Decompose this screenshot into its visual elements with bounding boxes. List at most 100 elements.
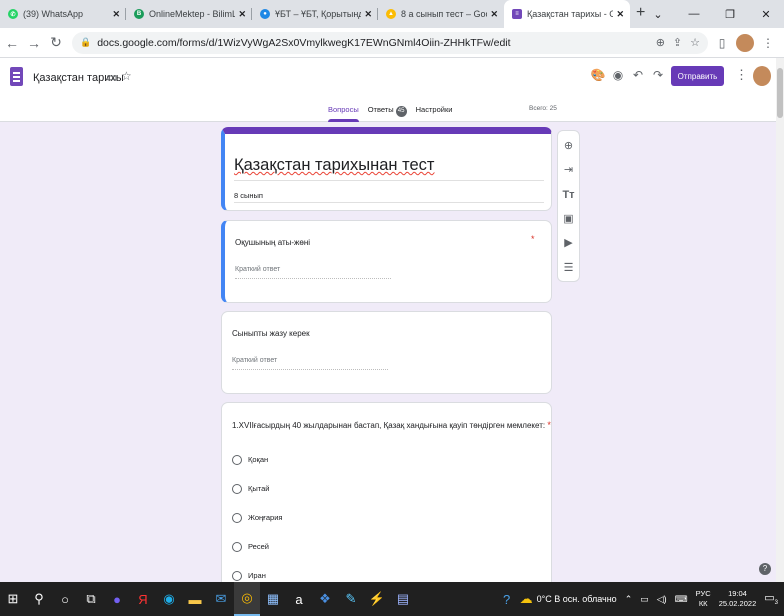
address-bar[interactable]: 🔒 docs.google.com/forms/d/1WizVyWgA2Sx0V… <box>72 31 708 54</box>
import-questions-icon[interactable]: ⇥ <box>564 159 573 183</box>
browser-menu-icon[interactable]: ⋮ <box>758 36 778 50</box>
browser-tab-google-drive[interactable]: ▲ 8 а сынып тест – Google Дис ✕ <box>378 0 504 28</box>
tray-expand-icon[interactable]: ⌃ <box>625 594 633 605</box>
add-question-icon[interactable]: ⊕ <box>564 135 573 159</box>
tab-responses[interactable]: Ответы 45 <box>368 104 407 122</box>
windows-start-icon[interactable]: ⊞ <box>0 582 26 616</box>
question-text: 1.XVIIғасырдың 40 жылдарынан бастап, Қаз… <box>232 421 546 430</box>
question-card-class[interactable]: Сыныпты жазу керек Краткий ответ <box>221 311 552 394</box>
option-item[interactable]: Қоқан <box>232 445 282 474</box>
tab-search-icon[interactable]: ⌄ <box>640 8 676 21</box>
radio-button[interactable] <box>232 483 242 494</box>
volume-icon[interactable]: ◁) <box>657 594 667 605</box>
viber-app-icon[interactable]: ● <box>104 582 130 616</box>
palette-icon[interactable]: 🎨 <box>588 68 608 82</box>
media-app-icon[interactable]: ▤ <box>390 582 416 616</box>
tab-title: (39) WhatsApp <box>23 9 84 19</box>
question-card-multiple-choice[interactable]: 1.XVIIғасырдың 40 жылдарынан бастап, Қаз… <box>221 402 552 592</box>
yandex-browser-icon[interactable]: Я <box>130 582 156 616</box>
star-icon[interactable]: ☆ <box>121 69 132 83</box>
share-icon[interactable]: ⇪ <box>673 36 682 49</box>
undo-icon[interactable]: ↶ <box>628 68 648 82</box>
move-to-folder-icon[interactable]: ▭ <box>106 70 117 84</box>
bookmark-star-icon[interactable]: ☆ <box>690 36 700 49</box>
file-explorer-icon[interactable]: ▬ <box>182 582 208 616</box>
system-tray: ? ☁ 0°C В осн. облачно ⌃ ▭ ◁) ⌨ РУС КК 1… <box>494 582 784 616</box>
weather-text[interactable]: 0°C В осн. облачно <box>537 594 617 604</box>
reload-icon[interactable]: ↻ <box>46 34 66 51</box>
add-title-icon[interactable]: Tт <box>562 184 574 208</box>
language-sub-code: КК <box>698 599 708 608</box>
amazon-app-icon[interactable]: a <box>286 582 312 616</box>
browser-tab-google-forms[interactable]: ≡ Қазақстан тарихы - Google ✕ <box>504 0 630 28</box>
mail-app-icon[interactable]: ✉ <box>208 582 234 616</box>
browser-tab-onlinemektep[interactable]: B OnlineMektep - BilimLand ✕ <box>126 0 252 28</box>
close-tab-icon[interactable]: ✕ <box>616 9 624 20</box>
language-indicator[interactable]: РУС КК <box>696 589 711 609</box>
close-tab-icon[interactable]: ✕ <box>238 9 246 20</box>
option-item[interactable]: Қытай <box>232 474 282 503</box>
browser-tab-whatsapp[interactable]: ✆ (39) WhatsApp ✕ <box>0 0 126 28</box>
task-view-icon[interactable]: ⧉ <box>78 582 104 616</box>
edge-browser-icon[interactable]: ◉ <box>156 582 182 616</box>
form-title[interactable]: Қазақстан тарихынан тест <box>234 156 434 175</box>
notifications-icon[interactable]: ▭3 <box>764 591 778 606</box>
lock-icon[interactable]: 🔒 <box>80 37 91 48</box>
tab-settings[interactable]: Настройки <box>416 104 453 122</box>
page-scrollbar[interactable] <box>776 58 784 582</box>
chrome-app-icon[interactable]: ◎ <box>234 582 260 616</box>
url-text[interactable]: docs.google.com/forms/d/1WizVyWgA2Sx0Vmy… <box>97 37 647 49</box>
send-button[interactable]: Отправить <box>671 66 724 86</box>
cortana-icon[interactable]: ○ <box>52 582 78 616</box>
restore-icon[interactable]: ❐ <box>712 8 748 21</box>
answer-line <box>235 278 391 279</box>
required-asterisk: * <box>547 420 551 430</box>
browser-profile-avatar[interactable] <box>736 33 754 52</box>
option-item[interactable]: Ресей <box>232 532 282 561</box>
option-item[interactable]: Жоңғария <box>232 503 282 532</box>
form-title-card[interactable]: Қазақстан тарихынан тест 8 сынып <box>221 127 552 211</box>
tab-questions[interactable]: Вопросы <box>328 104 359 122</box>
scrollbar-thumb[interactable] <box>777 68 783 118</box>
forward-icon[interactable]: → <box>24 35 44 51</box>
browser-tab-ubt[interactable]: ● ҰБТ – ҰБТ, Қорытынды аттес ✕ <box>252 0 378 28</box>
add-video-icon[interactable]: ▶ <box>564 232 572 256</box>
back-icon[interactable]: ← <box>2 35 22 51</box>
redo-icon[interactable]: ↷ <box>648 68 668 82</box>
forms-tabs: Вопросы Ответы 45 Настройки <box>328 104 461 122</box>
radio-button[interactable] <box>232 541 242 552</box>
network-icon[interactable]: ▭ <box>640 594 649 605</box>
game-app-icon[interactable]: ⚡ <box>364 582 390 616</box>
close-tab-icon[interactable]: ✕ <box>112 9 120 20</box>
google-forms-logo-icon[interactable] <box>10 67 23 86</box>
tab-responses-label: Ответы <box>367 105 394 114</box>
more-options-icon[interactable]: ⋮ <box>735 67 748 83</box>
help-app-icon[interactable]: ? <box>494 582 520 616</box>
store-app-icon[interactable]: ▦ <box>260 582 286 616</box>
help-icon[interactable]: ? <box>759 563 771 575</box>
minimize-icon[interactable]: — <box>676 8 712 20</box>
zoom-icon[interactable]: ⊕ <box>656 36 665 49</box>
add-image-icon[interactable]: ▣ <box>563 208 573 232</box>
account-avatar[interactable] <box>753 66 771 86</box>
radio-button[interactable] <box>232 512 242 523</box>
language-code: РУС <box>695 589 711 598</box>
paint-app-icon[interactable]: ✎ <box>338 582 364 616</box>
close-tab-icon[interactable]: ✕ <box>364 9 372 20</box>
side-panel-icon[interactable]: ▯ <box>712 36 732 50</box>
clock[interactable]: 19:04 25.02.2022 <box>719 589 757 609</box>
close-tab-icon[interactable]: ✕ <box>490 9 498 20</box>
dropbox-app-icon[interactable]: ❖ <box>312 582 338 616</box>
add-section-icon[interactable]: ☰ <box>564 257 574 281</box>
keyboard-icon[interactable]: ⌨ <box>675 594 688 605</box>
form-description[interactable]: 8 сынып <box>234 191 263 200</box>
tab-title: OnlineMektep - BilimLand <box>149 9 236 19</box>
close-window-icon[interactable]: ✕ <box>748 8 784 21</box>
radio-button[interactable] <box>232 570 242 581</box>
question-floating-toolbar: ⊕ ⇥ Tт ▣ ▶ ☰ <box>557 130 580 282</box>
radio-button[interactable] <box>232 454 242 465</box>
weather-cloud-icon[interactable]: ☁ <box>520 591 533 607</box>
search-icon[interactable]: ⚲ <box>26 582 52 616</box>
question-card-name[interactable]: Оқушының аты-жөні * Краткий ответ <box>221 220 552 303</box>
preview-eye-icon[interactable]: ◉ <box>608 68 628 82</box>
